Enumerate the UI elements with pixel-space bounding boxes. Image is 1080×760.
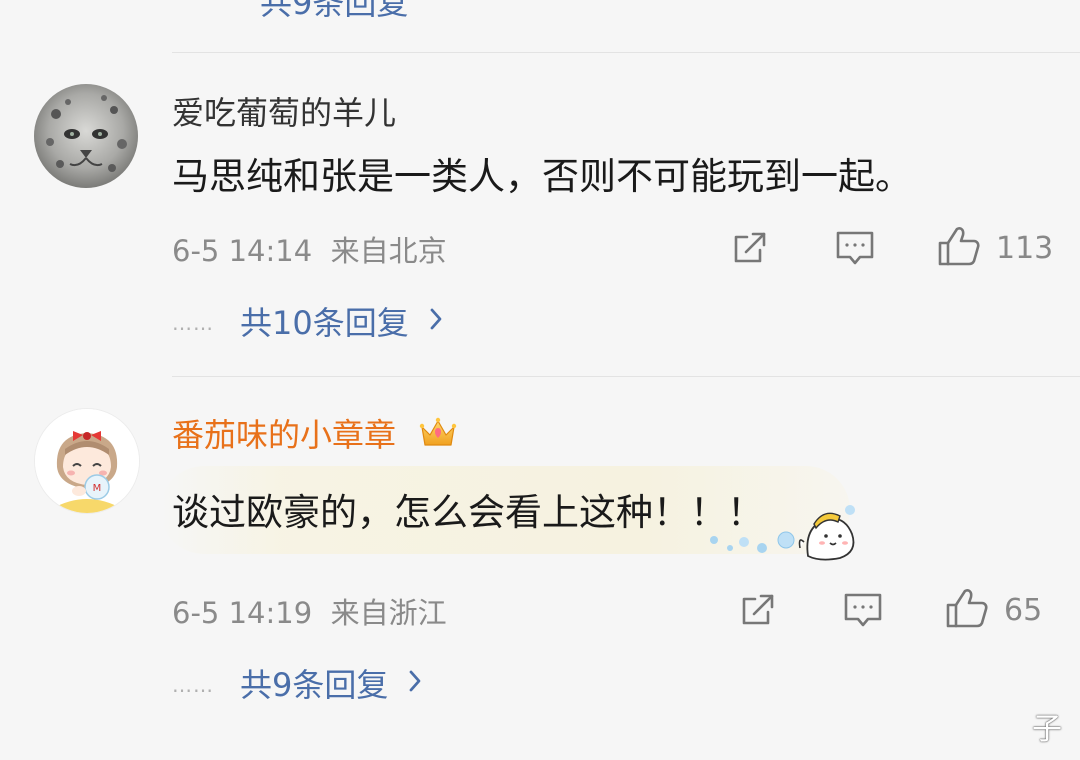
comment-time: 6-5 14:19 <box>172 596 313 630</box>
reply-dots: …… <box>172 673 214 697</box>
chevron-right-icon <box>408 669 422 697</box>
like-count: 65 <box>1004 592 1043 628</box>
comment-time: 6-5 14:14 <box>172 234 313 268</box>
svg-text:M: M <box>93 483 102 494</box>
reply-dots: …… <box>172 311 214 335</box>
like-button[interactable]: 113 <box>936 224 1053 272</box>
comment-icon <box>834 228 876 272</box>
like-icon <box>936 224 982 272</box>
replies-link[interactable]: …… 共10条回复 <box>172 298 443 344</box>
replies-link[interactable]: …… 共9条回复 <box>172 660 422 706</box>
like-button[interactable]: 65 <box>944 586 1042 634</box>
share-button[interactable] <box>738 590 778 634</box>
comment-meta: 6-5 14:19 来自浙江 <box>172 590 447 632</box>
comment-location: 来自浙江 <box>330 596 447 630</box>
comment-button[interactable] <box>842 590 884 634</box>
username-vip[interactable]: 番茄味的小章章 <box>172 410 458 459</box>
replies-text: 共9条回复 <box>240 666 389 704</box>
comment-button[interactable] <box>834 228 876 272</box>
like-count: 113 <box>996 230 1054 266</box>
like-icon <box>944 586 990 634</box>
watermark: 子 <box>1032 712 1064 747</box>
comment-text: 谈过欧豪的，怎么会看上这种！！！ <box>172 491 764 534</box>
username: 番茄味的小章章 <box>172 416 397 454</box>
comment-text: 马思纯和张是一类人，否则不可能玩到一起。 <box>172 155 912 198</box>
share-icon <box>738 590 778 634</box>
username[interactable]: 爱吃葡萄的羊儿 <box>172 88 396 134</box>
avatar-snow-leopard[interactable] <box>34 84 138 188</box>
comment-meta: 6-5 14:14 来自北京 <box>172 228 447 270</box>
share-button[interactable] <box>730 228 770 272</box>
chevron-right-icon <box>429 307 443 335</box>
avatar-cartoon-girl[interactable]: M <box>34 408 140 514</box>
comment-icon <box>842 590 884 634</box>
share-icon <box>730 228 770 272</box>
crown-icon <box>418 415 458 459</box>
top-replies-text: 共9条回复 <box>260 0 409 22</box>
sticker-decoration <box>700 496 870 570</box>
comment-location: 来自北京 <box>330 234 447 268</box>
divider-top <box>172 52 1080 53</box>
divider-middle <box>172 376 1080 377</box>
replies-text: 共10条回复 <box>240 304 409 342</box>
top-replies-link[interactable]: 共9条回复 <box>260 0 408 24</box>
